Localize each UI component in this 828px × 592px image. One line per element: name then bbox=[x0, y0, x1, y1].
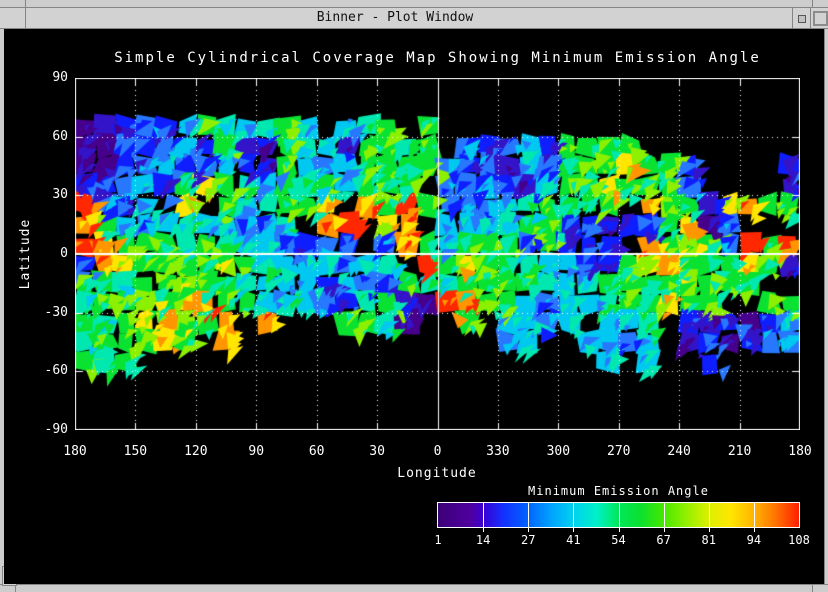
colorbar-divider bbox=[709, 503, 710, 527]
y-tick-label: 90 bbox=[28, 70, 68, 85]
maximize-button[interactable] bbox=[810, 8, 828, 28]
colorbar-tick-label: 1 bbox=[416, 533, 460, 547]
colorbar-divider bbox=[573, 503, 574, 527]
plot-content-area: Simple Cylindrical Coverage Map Showing … bbox=[4, 29, 824, 584]
frame-divider bbox=[812, 585, 813, 592]
x-tick-label: 90 bbox=[231, 444, 281, 459]
x-tick-label: 180 bbox=[775, 444, 825, 459]
colorbar-tick-mark bbox=[664, 528, 665, 532]
y-tick-label: -90 bbox=[28, 422, 68, 437]
colorbar-divider bbox=[754, 503, 755, 527]
colorbar-tick-label: 67 bbox=[642, 533, 686, 547]
colorbar-divider bbox=[664, 503, 665, 527]
colorbar-tick-label: 81 bbox=[687, 533, 731, 547]
colorbar-tick-label: 27 bbox=[506, 533, 550, 547]
x-tick-label: 300 bbox=[533, 444, 583, 459]
window-right-border[interactable] bbox=[824, 29, 828, 584]
colorbar-tick-label: 54 bbox=[597, 533, 641, 547]
colorbar-divider bbox=[619, 503, 620, 527]
x-tick-label: 240 bbox=[654, 444, 704, 459]
colorbar-tick-mark bbox=[528, 528, 529, 532]
y-tick-label: -30 bbox=[28, 305, 68, 320]
frame-divider bbox=[15, 585, 16, 592]
x-tick-label: 30 bbox=[352, 444, 402, 459]
colorbar-tick-label: 41 bbox=[551, 533, 595, 547]
colorbar-tick-mark bbox=[573, 528, 574, 532]
frame-divider bbox=[812, 0, 813, 7]
plot-title: Simple Cylindrical Coverage Map Showing … bbox=[75, 50, 800, 66]
x-tick-label: 150 bbox=[110, 444, 160, 459]
y-tick-label: 0 bbox=[28, 246, 68, 261]
y-tick-label: 60 bbox=[28, 129, 68, 144]
colorbar-title: Minimum Emission Angle bbox=[437, 484, 800, 498]
x-tick-label: 180 bbox=[50, 444, 100, 459]
frame-divider bbox=[25, 0, 26, 7]
colorbar-divider bbox=[528, 503, 529, 527]
x-tick-label: 60 bbox=[292, 444, 342, 459]
colorbar-tick-label: 94 bbox=[732, 533, 776, 547]
x-tick-label: 270 bbox=[594, 444, 644, 459]
colorbar-tick-mark bbox=[483, 528, 484, 532]
window-title: Binner - Plot Window bbox=[0, 10, 790, 25]
colorbar-divider bbox=[483, 503, 484, 527]
colorbar-tick-mark bbox=[754, 528, 755, 532]
window-titlebar[interactable]: Binner - Plot Window bbox=[0, 8, 828, 29]
y-tick-label: -60 bbox=[28, 363, 68, 378]
frame-divider bbox=[25, 8, 26, 28]
colorbar-tick-mark bbox=[709, 528, 710, 532]
plot-window: Binner - Plot Window Simple Cylindrical … bbox=[0, 0, 828, 592]
coverage-map-canvas[interactable] bbox=[75, 78, 800, 430]
y-axis-label: Latitude bbox=[18, 192, 32, 316]
minimize-icon bbox=[798, 15, 806, 23]
y-tick-label: 30 bbox=[28, 187, 68, 202]
colorbar-tick-mark bbox=[619, 528, 620, 532]
x-tick-label: 120 bbox=[171, 444, 221, 459]
x-tick-label: 210 bbox=[715, 444, 765, 459]
window-bottom-border[interactable] bbox=[0, 584, 828, 592]
minimize-button[interactable] bbox=[792, 8, 810, 28]
x-axis-label: Longitude bbox=[337, 466, 537, 481]
colorbar-tick-label: 108 bbox=[777, 533, 821, 547]
window-top-border[interactable] bbox=[0, 0, 828, 8]
x-tick-label: 0 bbox=[413, 444, 463, 459]
colorbar-tick-label: 14 bbox=[461, 533, 505, 547]
colorbar-gradient bbox=[437, 502, 800, 528]
x-tick-label: 330 bbox=[473, 444, 523, 459]
maximize-icon bbox=[813, 11, 828, 26]
